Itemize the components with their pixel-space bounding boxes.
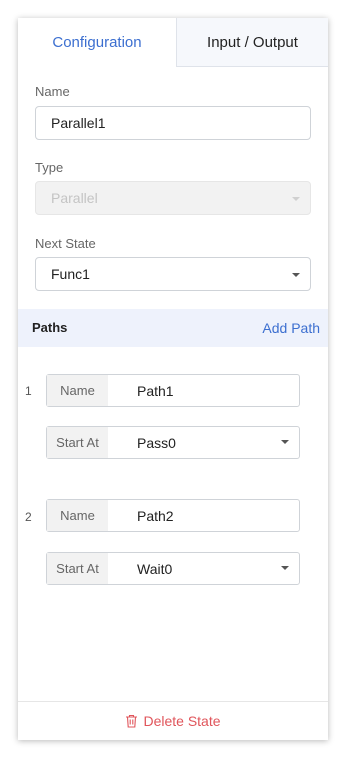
type-select-value: Parallel xyxy=(51,190,98,206)
name-input-value: Parallel1 xyxy=(51,115,106,131)
chevron-down-icon xyxy=(292,197,300,201)
tab-input-output[interactable]: Input / Output xyxy=(176,18,328,67)
state-config-panel: Configuration Input / Output Name Parall… xyxy=(18,18,328,740)
path-start-at-value: Wait0 xyxy=(137,561,173,577)
name-label: Name xyxy=(35,84,70,99)
delete-state-button[interactable]: Delete State xyxy=(18,702,328,740)
path-start-at-addon: Start At xyxy=(47,427,108,458)
next-state-select-value: Func1 xyxy=(51,266,90,282)
path-start-at-select[interactable]: Start At Wait0 xyxy=(46,552,300,585)
tab-bar: Configuration Input / Output xyxy=(18,18,328,67)
path-start-at-value: Pass0 xyxy=(137,435,176,451)
path-start-at-addon: Start At xyxy=(47,553,108,584)
delete-state-label: Delete State xyxy=(143,713,221,729)
tab-configuration[interactable]: Configuration xyxy=(18,18,176,67)
path-name-value: Path1 xyxy=(137,383,174,399)
chevron-down-icon xyxy=(281,566,289,570)
chevron-down-icon xyxy=(281,440,289,444)
chevron-down-icon xyxy=(292,273,300,277)
path-name-input[interactable]: Name Path1 xyxy=(46,374,300,407)
path-name-input[interactable]: Name Path2 xyxy=(46,499,300,532)
add-path-button[interactable]: Add Path xyxy=(262,320,320,336)
path-name-addon: Name xyxy=(47,375,108,406)
type-select: Parallel xyxy=(35,181,311,215)
paths-title: Paths xyxy=(32,320,68,335)
next-state-label: Next State xyxy=(35,236,96,251)
name-input[interactable]: Parallel1 xyxy=(35,106,311,140)
next-state-select[interactable]: Func1 xyxy=(35,257,311,291)
type-label: Type xyxy=(35,160,64,175)
path-index: 2 xyxy=(25,510,32,524)
trash-icon xyxy=(126,714,138,728)
path-name-value: Path2 xyxy=(137,508,174,524)
path-start-at-select[interactable]: Start At Pass0 xyxy=(46,426,300,459)
path-index: 1 xyxy=(25,384,32,398)
paths-section-header: Paths Add Path xyxy=(18,309,328,347)
path-name-addon: Name xyxy=(47,500,108,531)
